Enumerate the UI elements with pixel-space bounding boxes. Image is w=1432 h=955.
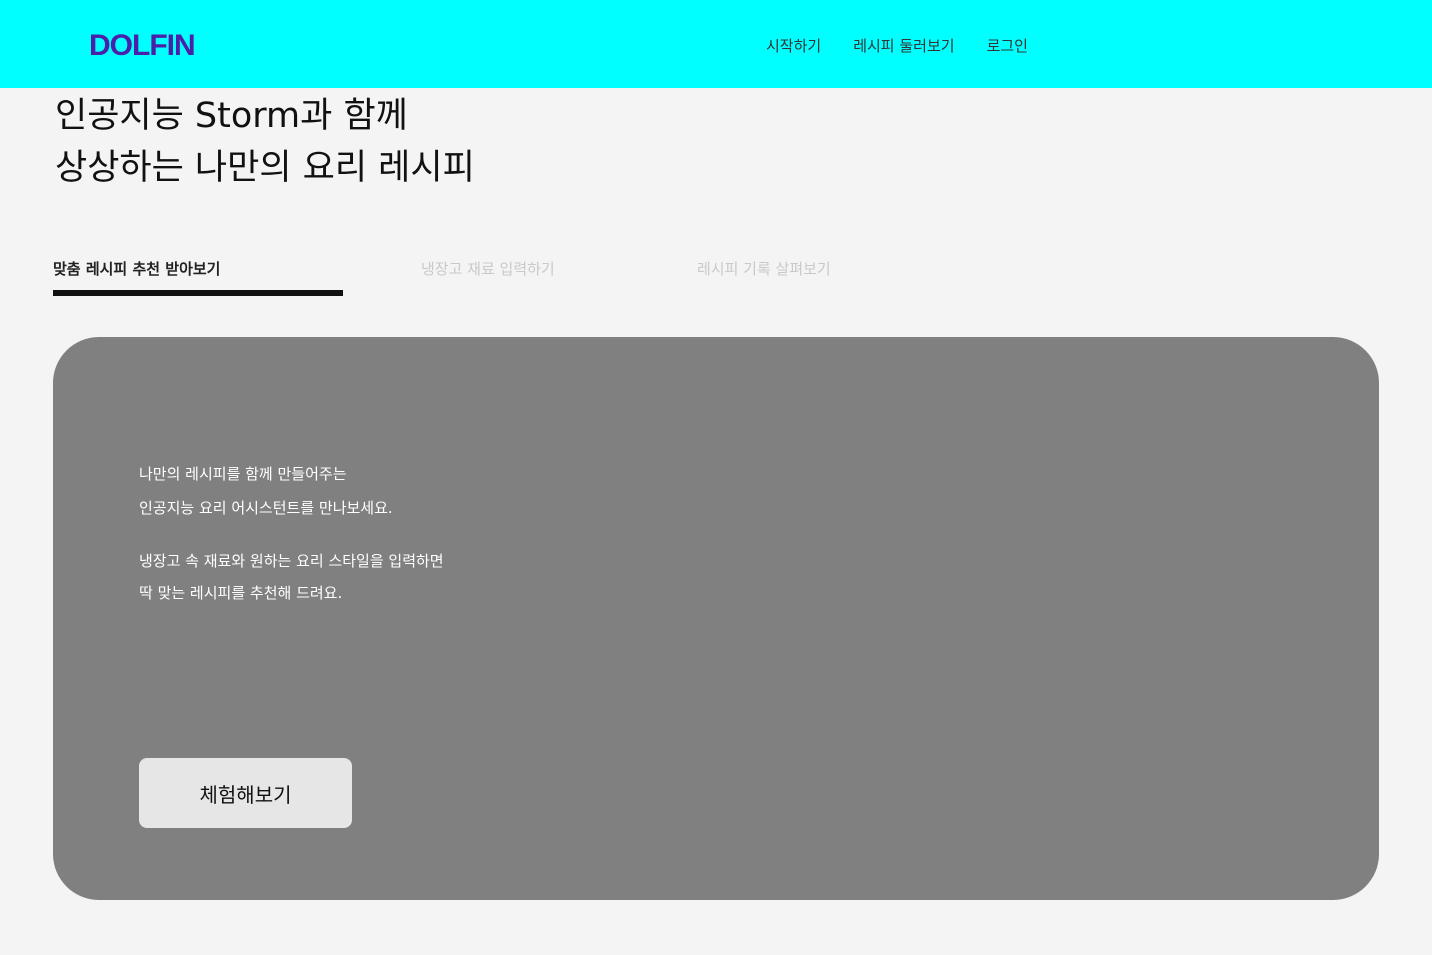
card-text-line-4: 딱 맞는 레시피를 추천해 드려요. [139, 584, 343, 602]
main-nav: 시작하기 레시피 둘러보기 로그인 [766, 32, 1028, 60]
feature-card: 나만의 레시피를 함께 만들어주는 인공지능 요리 어시스턴트를 만나보세요. … [53, 337, 1379, 900]
card-text-line-2: 인공지능 요리 어시스턴트를 만나보세요. [139, 499, 393, 517]
tab-ingredients[interactable]: 냉장고 재료 입력하기 [421, 254, 621, 296]
tab-recommend[interactable]: 맞춤 레시피 추천 받아보기 [53, 254, 343, 296]
card-text-line-1: 나만의 레시피를 함께 만들어주는 [139, 465, 347, 483]
hero-title-line-1: 인공지능 Storm과 함께 [55, 96, 408, 136]
card-text-line-3: 냉장고 속 재료와 원하는 요리 스타일을 입력하면 [139, 552, 444, 570]
hero-title-line-2: 상상하는 나만의 요리 레시피 [55, 148, 475, 188]
try-button[interactable]: 체험해보기 [139, 758, 352, 828]
nav-item-browse[interactable]: 레시피 둘러보기 [853, 32, 954, 60]
card-text-paragraph-2: 냉장고 속 재료와 원하는 요리 스타일을 입력하면 딱 맞는 레시피를 추천해… [139, 545, 444, 609]
hero-title: 인공지능 Storm과 함께 상상하는 나만의 요리 레시피 [55, 90, 475, 194]
card-description: 나만의 레시피를 함께 만들어주는 인공지능 요리 어시스턴트를 만나보세요. … [139, 457, 444, 609]
feature-tabs: 맞춤 레시피 추천 받아보기 냉장고 재료 입력하기 레시피 기록 살펴보기 [53, 254, 907, 296]
nav-item-login[interactable]: 로그인 [987, 32, 1028, 60]
logo[interactable]: DOLFIN [89, 28, 196, 64]
tab-history[interactable]: 레시피 기록 살펴보기 [697, 254, 907, 296]
top-header: DOLFIN 시작하기 레시피 둘러보기 로그인 [0, 0, 1432, 88]
nav-item-start[interactable]: 시작하기 [766, 32, 821, 60]
